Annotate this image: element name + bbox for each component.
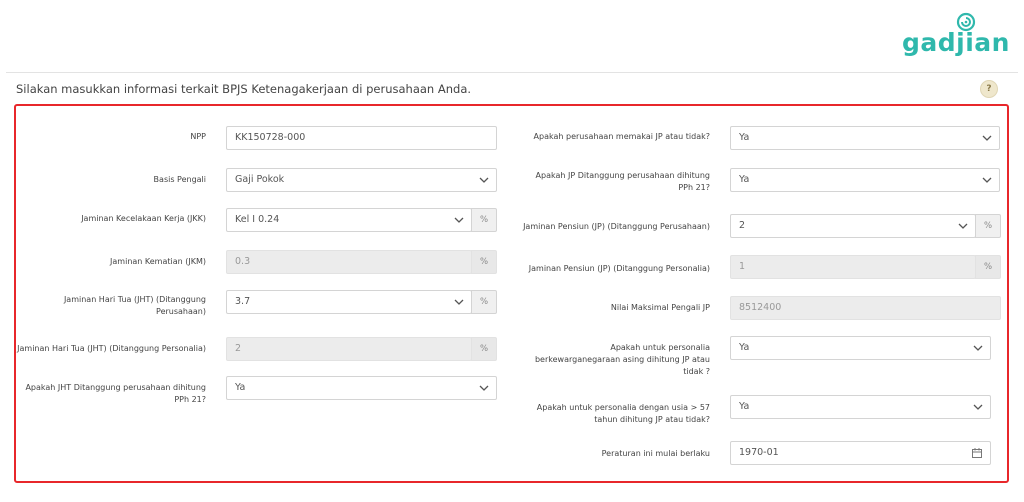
jht-personalia-percent-addon: % [471,337,497,361]
chevron-down-icon [973,345,983,351]
jp-perusahaan-percent-addon: % [975,214,1001,238]
chevron-down-icon [454,299,464,305]
jp-perusahaan-select[interactable]: 2 [730,214,976,238]
jkk-select[interactable]: Kel I 0.24 [226,208,472,232]
jp-dipakai-label: Apakah perusahaan memakai JP atau tidak? [533,132,710,141]
chevron-down-icon [454,217,464,223]
jp-pph21-label-line2: PPh 21? [678,183,710,192]
jht-perusahaan-percent-addon: % [471,290,497,314]
jht-pph21-label: Apakah JHT Ditanggung perusahaan dihitun… [20,382,206,406]
jkm-value: 0.3 [235,256,251,267]
chevron-down-icon [479,385,489,391]
jp-usia57-select[interactable]: Ya [730,395,991,419]
jkk-percent-addon: % [471,208,497,232]
jp-dipakai-select[interactable]: Ya [730,126,1000,150]
jkk-label: Jaminan Kecelakaan Kerja (JKK) [81,214,206,223]
jht-personalia-value: 2 [235,343,242,354]
question-icon: ? [986,84,992,94]
jp-personalia-input: 1 [730,255,976,279]
jp-pph21-label: Apakah JP Ditanggung perusahaan dihitung… [510,170,710,194]
chevron-down-icon [982,135,992,141]
nilai-maksimal-value: 8512400 [739,302,782,313]
intro-text: Silakan masukkan informasi terkait BPJS … [16,82,472,96]
mulai-berlaku-label: Peraturan ini mulai berlaku [601,449,710,458]
nilai-maksimal-label: Nilai Maksimal Pengali JP [610,303,710,312]
calendar-icon[interactable] [972,448,982,458]
help-button[interactable]: ? [980,80,998,98]
jht-perusahaan-label: Jaminan Hari Tua (JHT) (Ditanggung Perus… [20,294,206,318]
jp-personalia-value: 1 [739,261,746,272]
jp-perusahaan-label: Jaminan Pensiun (JP) (Ditanggung Perusah… [523,222,710,231]
chevron-down-icon [982,177,992,183]
jp-perusahaan-value: 2 [739,220,746,231]
nilai-maksimal-input: 8512400 [730,296,1001,320]
npp-label: NPP [190,132,206,141]
jp-wna-label-line1: Apakah untuk personalia [610,343,710,352]
basis-pengali-label: Basis Pengali [153,175,206,184]
jp-personalia-percent-addon: % [975,255,1001,279]
mulai-berlaku-value: 1970-01 [739,447,779,458]
basis-pengali-select[interactable]: Gaji Pokok [226,168,497,192]
jht-perusahaan-label-line2: Perusahaan) [156,307,206,316]
jht-personalia-label: Jaminan Hari Tua (JHT) (Ditanggung Perso… [17,344,206,353]
npp-input[interactable]: KK150728-000 [226,126,497,150]
jp-wna-label-line2: berkewarganegaraan asing dihitung JP ata… [534,355,710,364]
jp-pph21-select[interactable]: Ya [730,168,1000,192]
jht-perusahaan-value: 3.7 [235,296,251,307]
npp-value: KK150728-000 [235,132,306,143]
jp-dipakai-value: Ya [739,132,750,143]
mulai-berlaku-date-input[interactable]: 1970-01 [730,441,991,465]
jkm-percent-addon: % [471,250,497,274]
jp-wna-select[interactable]: Ya [730,336,991,360]
basis-pengali-value: Gaji Pokok [235,174,285,185]
jp-personalia-label: Jaminan Pensiun (JP) (Ditanggung Persona… [528,264,710,273]
jkm-label: Jaminan Kematian (JKM) [110,257,206,266]
jht-pph21-label-line2: PPh 21? [174,395,206,404]
chevron-down-icon [958,223,968,229]
chevron-down-icon [973,404,983,410]
jht-perusahaan-select[interactable]: 3.7 [226,290,472,314]
jht-pph21-value: Ya [235,382,246,393]
jp-pph21-value: Ya [739,174,750,185]
jht-pph21-label-line1: Apakah JHT Ditanggung perusahaan dihitun… [25,383,206,392]
jkm-input: 0.3 [226,250,472,274]
jkk-value: Kel I 0.24 [235,214,280,225]
logo-text: gadjian [902,28,1010,57]
jp-usia57-value: Ya [739,401,750,412]
jp-wna-label: Apakah untuk personalia berkewarganegara… [510,342,710,378]
jp-usia57-label: Apakah untuk personalia dengan usia > 57… [510,402,710,426]
jht-perusahaan-label-line1: Jaminan Hari Tua (JHT) (Ditanggung [63,295,206,304]
jp-wna-value: Ya [739,342,750,353]
jp-pph21-label-line1: Apakah JP Ditanggung perusahaan dihitung [535,171,710,180]
chevron-down-icon [479,177,489,183]
gadjian-logo: gadjian [902,12,1014,58]
jht-personalia-input: 2 [226,337,472,361]
jp-usia57-label-line2: tahun dihitung JP atau tidak? [594,415,710,424]
jp-usia57-label-line1: Apakah untuk personalia dengan usia > 57 [536,403,710,412]
jht-pph21-select[interactable]: Ya [226,376,497,400]
jp-wna-label-line3: tidak ? [683,367,710,376]
